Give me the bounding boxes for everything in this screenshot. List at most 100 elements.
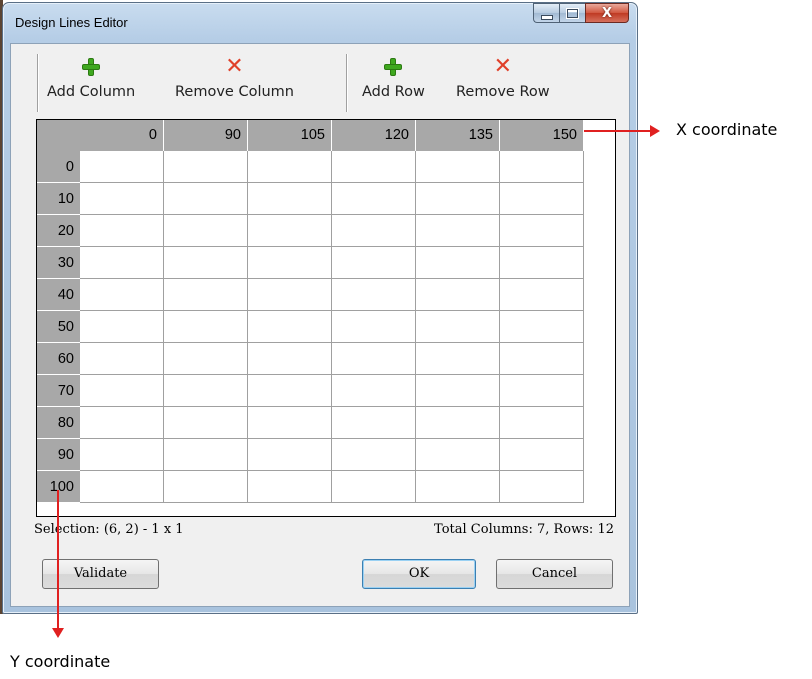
row-header[interactable]: 80 <box>37 407 80 439</box>
grid-cell[interactable] <box>164 439 248 471</box>
grid-cell[interactable] <box>80 343 164 375</box>
grid-cell[interactable] <box>80 311 164 343</box>
grid-cell[interactable] <box>248 215 332 247</box>
row-header[interactable]: 10 <box>37 183 80 215</box>
column-header[interactable]: 105 <box>248 120 332 151</box>
grid-cell[interactable] <box>164 215 248 247</box>
grid-cell[interactable] <box>80 471 164 503</box>
grid-cell[interactable] <box>248 471 332 503</box>
maximize-button[interactable] <box>559 3 585 23</box>
row-header[interactable]: 20 <box>37 215 80 247</box>
grid-cell[interactable] <box>416 247 500 279</box>
grid-cell[interactable] <box>332 471 416 503</box>
grid-cell[interactable] <box>500 343 584 375</box>
grid-cell[interactable] <box>248 343 332 375</box>
x-coordinate-arrow-head <box>650 125 660 137</box>
grid-cell[interactable] <box>164 279 248 311</box>
grid-cell[interactable] <box>248 407 332 439</box>
grid-cell[interactable] <box>164 311 248 343</box>
grid-cell[interactable] <box>80 247 164 279</box>
grid-cell[interactable] <box>416 471 500 503</box>
grid-cell[interactable] <box>500 247 584 279</box>
grid-cell[interactable] <box>164 183 248 215</box>
grid-cell[interactable] <box>164 375 248 407</box>
caption-buttons: X <box>533 3 629 25</box>
grid-cell[interactable] <box>500 151 584 183</box>
grid-cell[interactable] <box>248 183 332 215</box>
grid-cell[interactable] <box>416 343 500 375</box>
grid-cell[interactable] <box>332 183 416 215</box>
design-lines-grid[interactable]: 0 90 105 120 135 150 0 10 20 30 40 50 60 70 80 90 100 <box>36 119 616 517</box>
grid-cell[interactable] <box>332 215 416 247</box>
grid-cell[interactable] <box>164 343 248 375</box>
row-header[interactable]: 60 <box>37 343 80 375</box>
grid-cell[interactable] <box>500 183 584 215</box>
grid-cell[interactable] <box>248 311 332 343</box>
grid-cell[interactable] <box>500 375 584 407</box>
dialog-client-area: Add Column ✕ Remove Column Add Row ✕ Rem… <box>10 43 630 607</box>
grid-cell[interactable] <box>416 407 500 439</box>
grid-cell[interactable] <box>416 279 500 311</box>
grid-cell[interactable] <box>416 215 500 247</box>
grid-cell[interactable] <box>332 407 416 439</box>
grid-cell[interactable] <box>416 151 500 183</box>
remove-column-button[interactable]: ✕ Remove Column <box>175 56 294 101</box>
grid-cell[interactable] <box>80 407 164 439</box>
grid-cell[interactable] <box>416 183 500 215</box>
column-header[interactable]: 120 <box>332 120 416 151</box>
grid-cell[interactable] <box>416 375 500 407</box>
grid-cell[interactable] <box>164 247 248 279</box>
grid-cell[interactable] <box>80 183 164 215</box>
column-header[interactable]: 150 <box>500 120 584 151</box>
x-coordinate-arrow-line <box>584 130 650 132</box>
cancel-button[interactable]: Cancel <box>496 559 613 589</box>
grid-cell[interactable] <box>248 247 332 279</box>
column-header[interactable]: 135 <box>416 120 500 151</box>
grid-cell[interactable] <box>248 279 332 311</box>
grid-cell[interactable] <box>332 439 416 471</box>
grid-cell[interactable] <box>248 439 332 471</box>
toolbar-separator <box>37 54 39 112</box>
minimize-button[interactable] <box>533 3 559 23</box>
column-header[interactable]: 90 <box>164 120 248 151</box>
grid-cell[interactable] <box>332 311 416 343</box>
grid-cell[interactable] <box>332 247 416 279</box>
row-header[interactable]: 40 <box>37 279 80 311</box>
grid-cell[interactable] <box>80 375 164 407</box>
column-header[interactable]: 0 <box>80 120 164 151</box>
grid-cell[interactable] <box>500 279 584 311</box>
add-row-button[interactable]: Add Row <box>362 56 425 100</box>
grid-cell[interactable] <box>500 311 584 343</box>
grid-cell[interactable] <box>80 151 164 183</box>
validate-button[interactable]: Validate <box>42 559 159 589</box>
row-header[interactable]: 50 <box>37 311 80 343</box>
plus-icon <box>384 58 403 76</box>
grid-cell[interactable] <box>500 439 584 471</box>
grid-cell[interactable] <box>80 215 164 247</box>
grid-cell[interactable] <box>332 151 416 183</box>
grid-cell[interactable] <box>500 215 584 247</box>
grid-cell[interactable] <box>248 151 332 183</box>
grid-cell[interactable] <box>332 375 416 407</box>
grid-cell[interactable] <box>416 439 500 471</box>
grid-cell[interactable] <box>416 311 500 343</box>
add-column-label: Add Column <box>47 84 136 100</box>
grid-cell[interactable] <box>164 151 248 183</box>
row-header[interactable]: 0 <box>37 151 80 183</box>
grid-cell[interactable] <box>164 471 248 503</box>
grid-cell[interactable] <box>500 471 584 503</box>
grid-cell[interactable] <box>332 279 416 311</box>
grid-cell[interactable] <box>500 407 584 439</box>
grid-cell[interactable] <box>248 375 332 407</box>
remove-row-button[interactable]: ✕ Remove Row <box>456 56 550 101</box>
close-button[interactable]: X <box>585 3 629 23</box>
grid-cell[interactable] <box>164 407 248 439</box>
row-header[interactable]: 90 <box>37 439 80 471</box>
add-column-button[interactable]: Add Column <box>47 56 135 100</box>
grid-cell[interactable] <box>80 279 164 311</box>
row-header[interactable]: 30 <box>37 247 80 279</box>
grid-cell[interactable] <box>332 343 416 375</box>
row-header[interactable]: 70 <box>37 375 80 407</box>
ok-button[interactable]: OK <box>362 559 476 589</box>
grid-cell[interactable] <box>80 439 164 471</box>
